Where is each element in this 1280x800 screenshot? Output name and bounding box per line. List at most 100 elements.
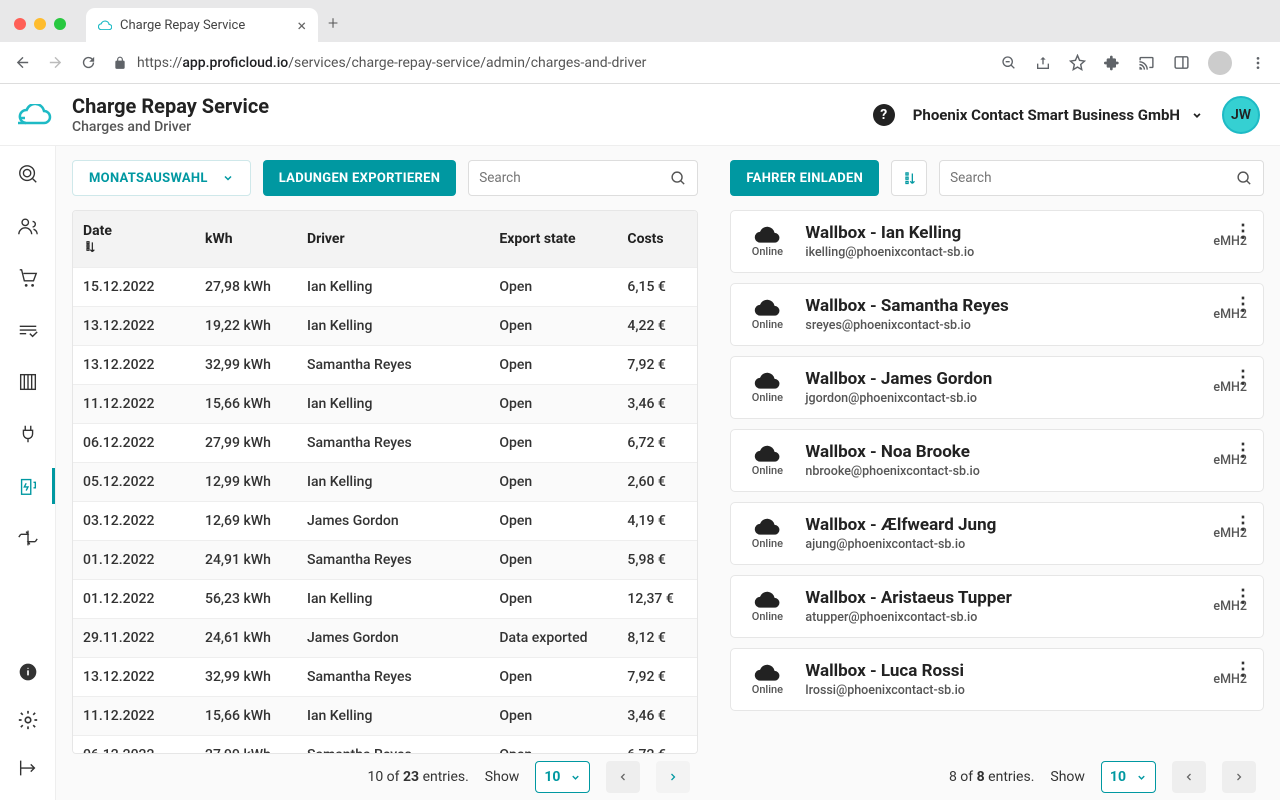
wallbox-email: ajung@phoenixcontact-sb.io — [805, 537, 1199, 552]
sidebar-item-info[interactable] — [0, 658, 55, 686]
table-row[interactable]: 11.12.202215,66 kWhIan KellingOpen3,46 € — [73, 697, 697, 736]
browser-chrome: Charge Repay Service × + https://app.pro… — [0, 0, 1280, 84]
card-menu-icon[interactable]: ⋮ — [1234, 440, 1251, 461]
app-logo[interactable] — [14, 104, 56, 126]
table-row[interactable]: 05.12.202212,99 kWhIan KellingOpen2,60 € — [73, 463, 697, 502]
wallbox-name: Wallbox - Aristaeus Tupper — [805, 588, 1199, 608]
status-label: Online — [752, 610, 783, 623]
sidebar — [0, 146, 56, 800]
table-row[interactable]: 13.12.202232,99 kWhSamantha ReyesOpen7,9… — [73, 658, 697, 697]
table-row[interactable]: 06.12.202227,99 kWhSamantha ReyesOpen6,7… — [73, 424, 697, 463]
page-title: Charge Repay Service — [72, 94, 269, 118]
charges-pager: 10 of 23 entries. Show 10 — [72, 754, 698, 800]
sidebar-item-users[interactable] — [0, 212, 55, 240]
prev-page-button[interactable] — [606, 761, 640, 793]
cloud-icon — [754, 517, 780, 535]
charges-search[interactable] — [468, 160, 698, 196]
sidebar-item-logout[interactable] — [0, 754, 55, 782]
table-row[interactable]: 01.12.202224,91 kWhSamantha ReyesOpen5,9… — [73, 541, 697, 580]
card-menu-icon[interactable]: ⋮ — [1234, 513, 1251, 534]
reload-icon[interactable] — [80, 54, 97, 71]
wallbox-email: nbrooke@phoenixcontact-sb.io — [805, 464, 1199, 479]
sidebar-item-monitor[interactable] — [0, 160, 55, 188]
status-label: Online — [752, 391, 783, 404]
search-input[interactable] — [950, 170, 1228, 186]
sidebar-item-cart[interactable] — [0, 264, 55, 292]
search-input[interactable] — [479, 170, 662, 186]
wallbox-email: ikelling@phoenixcontact-sb.io — [805, 245, 1199, 260]
help-icon[interactable]: ? — [873, 104, 895, 126]
share-icon[interactable] — [1035, 55, 1051, 71]
driver-card[interactable]: OnlineWallbox - Aristaeus Tupperatupper@… — [730, 575, 1264, 638]
chevron-down-icon — [1136, 772, 1147, 783]
sort-drivers-button[interactable] — [891, 160, 927, 196]
profile-avatar[interactable] — [1208, 51, 1232, 75]
driver-card[interactable]: OnlineWallbox - Noa Brookenbrooke@phoeni… — [730, 429, 1264, 492]
driver-card[interactable]: OnlineWallbox - Ian Kellingikelling@phoe… — [730, 210, 1264, 273]
wallbox-name: Wallbox - Ælfweard Jung — [805, 515, 1199, 535]
cloud-icon — [18, 104, 52, 126]
status-label: Online — [752, 464, 783, 477]
extensions-icon[interactable] — [1104, 55, 1120, 71]
table-row[interactable]: 11.12.202215,66 kWhIan KellingOpen3,46 € — [73, 385, 697, 424]
table-row[interactable]: 29.11.202224,61 kWhJames GordonData expo… — [73, 619, 697, 658]
card-menu-icon[interactable]: ⋮ — [1234, 294, 1251, 315]
new-tab-button[interactable]: + — [328, 13, 338, 34]
invite-driver-button[interactable]: FAHRER EINLADEN — [730, 160, 879, 196]
status-label: Online — [752, 245, 783, 258]
sidebar-item-connector[interactable] — [0, 420, 55, 448]
col-kwh[interactable]: kWh — [195, 211, 297, 268]
menu-icon[interactable] — [1250, 55, 1266, 71]
back-icon[interactable] — [14, 54, 31, 71]
table-row[interactable]: 06.12.202227,99 kWhSamantha ReyesOpen6,7… — [73, 736, 697, 755]
sidebar-item-stations[interactable] — [0, 368, 55, 396]
next-page-button[interactable] — [656, 761, 690, 793]
close-tab-icon[interactable]: × — [297, 16, 306, 35]
cloud-icon — [754, 444, 780, 462]
sidepanel-icon[interactable] — [1173, 54, 1190, 71]
cloud-icon — [754, 225, 780, 243]
driver-card[interactable]: OnlineWallbox - Ælfweard Jungajung@phoen… — [730, 502, 1264, 565]
card-menu-icon[interactable]: ⋮ — [1234, 221, 1251, 242]
sidebar-item-billing[interactable] — [0, 316, 55, 344]
star-icon[interactable] — [1069, 54, 1086, 71]
driver-card[interactable]: OnlineWallbox - Luca Rossilrossi@phoenix… — [730, 648, 1264, 711]
driver-card[interactable]: OnlineWallbox - James Gordonjgordon@phoe… — [730, 356, 1264, 419]
zoom-icon[interactable] — [1001, 55, 1017, 71]
table-row[interactable]: 13.12.202219,22 kWhIan KellingOpen4,22 € — [73, 307, 697, 346]
table-row[interactable]: 15.12.202227,98 kWhIan KellingOpen6,15 € — [73, 268, 697, 307]
wallbox-email: lrossi@phoenixcontact-sb.io — [805, 683, 1199, 698]
window-controls[interactable] — [14, 18, 66, 30]
table-row[interactable]: 01.12.202256,23 kWhIan KellingOpen12,37 … — [73, 580, 697, 619]
card-menu-icon[interactable]: ⋮ — [1234, 367, 1251, 388]
status-label: Online — [752, 683, 783, 696]
wallbox-name: Wallbox - James Gordon — [805, 369, 1199, 389]
sort-icon[interactable] — [83, 239, 185, 255]
cloud-icon — [754, 298, 780, 316]
sidebar-item-flow[interactable] — [0, 524, 55, 552]
col-driver[interactable]: Driver — [297, 211, 489, 268]
wallbox-email: sreyes@phoenixcontact-sb.io — [805, 318, 1199, 333]
address-bar[interactable]: https://app.proficloud.io/services/charg… — [113, 55, 985, 71]
page-size-select[interactable]: 10 — [1101, 761, 1156, 793]
chevron-down-icon — [1190, 108, 1204, 122]
card-menu-icon[interactable]: ⋮ — [1234, 586, 1251, 607]
table-row[interactable]: 13.12.202232,99 kWhSamantha ReyesOpen7,9… — [73, 346, 697, 385]
cast-icon[interactable] — [1138, 54, 1155, 71]
col-costs[interactable]: Costs — [617, 211, 697, 268]
card-menu-icon[interactable]: ⋮ — [1234, 659, 1251, 680]
export-charges-button[interactable]: LADUNGEN EXPORTIEREN — [263, 160, 457, 196]
month-select-button[interactable]: MONATSAUSWAHL — [72, 160, 251, 196]
cloud-icon — [754, 590, 780, 608]
col-state[interactable]: Export state — [489, 211, 617, 268]
table-row[interactable]: 03.12.202212,69 kWhJames GordonOpen4,19 … — [73, 502, 697, 541]
drivers-search[interactable] — [939, 160, 1264, 196]
page-size-select[interactable]: 10 — [535, 761, 590, 793]
chevron-down-icon — [570, 772, 581, 783]
sidebar-item-charging[interactable] — [0, 472, 55, 500]
sidebar-item-settings[interactable] — [0, 706, 55, 734]
user-avatar[interactable]: JW — [1222, 96, 1260, 134]
driver-card[interactable]: OnlineWallbox - Samantha Reyessreyes@pho… — [730, 283, 1264, 346]
company-selector[interactable]: Phoenix Contact Smart Business GmbH — [913, 106, 1204, 124]
browser-tab[interactable]: Charge Repay Service × — [86, 8, 318, 42]
